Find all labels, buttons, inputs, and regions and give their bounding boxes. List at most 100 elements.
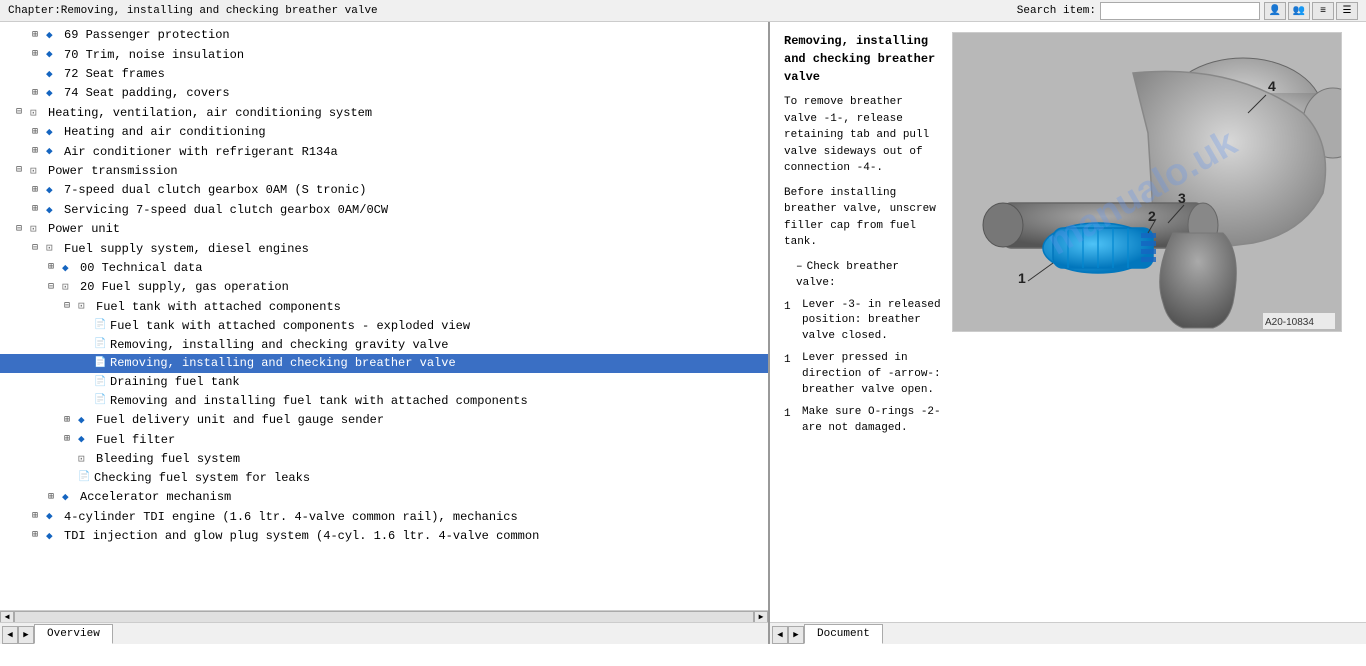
- intro-para-2: Before installing breather valve, unscre…: [784, 185, 942, 251]
- blue-diamond-icon: [62, 260, 78, 277]
- blue-diamond-icon: [46, 66, 62, 83]
- tree-label: Air conditioner with refrigerant R134a: [64, 144, 338, 161]
- tree-item-3[interactable]: 72 Seat frames: [0, 65, 768, 84]
- tree-item-26[interactable]: ⊞4-cylinder TDI engine (1.6 ltr. 4-valve…: [0, 507, 768, 526]
- tree-item-5[interactable]: ⊟ Heating, ventilation, air conditioning …: [0, 104, 768, 123]
- expand-icon[interactable]: ⊟: [16, 106, 30, 120]
- tree-label: Heating, ventilation, air conditioning s…: [48, 105, 372, 122]
- diagram-svg: 1 2 3 4: [953, 33, 1342, 332]
- expand-icon[interactable]: ⊞: [32, 510, 46, 524]
- tree-item-4[interactable]: ⊞74 Seat padding, covers: [0, 84, 768, 103]
- tree-label: Bleeding fuel system: [96, 451, 240, 468]
- main-layout: ⊞69 Passenger protection⊞70 Trim, noise …: [0, 22, 1366, 644]
- tree-item-27[interactable]: ⊞ TDI injection and glow plug system (4-c…: [0, 527, 768, 546]
- tree-label: Removing, installing and checking gravit…: [110, 337, 448, 354]
- scroll-track[interactable]: [14, 611, 754, 623]
- tree-item-8[interactable]: ⊟ Power transmission: [0, 162, 768, 181]
- check-heading: Check breather valve:: [784, 259, 942, 292]
- step-3: 1 Make sure O-rings -2- are not damaged.: [784, 405, 942, 437]
- expand-icon[interactable]: ⊞: [32, 184, 46, 198]
- blue-diamond-icon: [46, 508, 62, 525]
- expand-icon[interactable]: ⊟: [32, 242, 46, 256]
- expand-icon[interactable]: ⊞: [32, 48, 46, 62]
- tree-item-14[interactable]: ⊟ 20 Fuel supply, gas operation: [0, 278, 768, 297]
- tree-item-23[interactable]: Bleeding fuel system: [0, 450, 768, 469]
- tree-label: Power transmission: [48, 163, 178, 180]
- user2-icon-btn[interactable]: 👥: [1288, 2, 1310, 20]
- tree-item-10[interactable]: ⊞Servicing 7-speed dual clutch gearbox 0…: [0, 201, 768, 220]
- tree-item-24[interactable]: Checking fuel system for leaks: [0, 469, 768, 488]
- scroll-left-btn[interactable]: ◀: [0, 611, 14, 623]
- tree-item-17[interactable]: Removing, installing and checking gravit…: [0, 336, 768, 355]
- expand-icon[interactable]: ⊞: [32, 29, 46, 43]
- tab-overview[interactable]: Overview: [34, 624, 113, 644]
- expand-icon[interactable]: ⊞: [32, 145, 46, 159]
- tree-item-9[interactable]: ⊞ 7-speed dual clutch gearbox 0AM (S tron…: [0, 181, 768, 200]
- tree-item-20[interactable]: Removing and installing fuel tank with a…: [0, 392, 768, 411]
- blue-diamond-icon: [46, 85, 62, 102]
- tab-scroll-left[interactable]: ◀: [2, 626, 18, 644]
- tree-item-25[interactable]: ⊞ Accelerator mechanism: [0, 488, 768, 507]
- text-area: Removing, installing and checking breath…: [784, 32, 942, 612]
- menu-icon-btn[interactable]: ≡: [1312, 2, 1334, 20]
- tree-label: Fuel tank with attached components: [96, 299, 341, 316]
- horizontal-scrollbar[interactable]: ◀ ▶: [0, 610, 768, 622]
- tree-label: TDI injection and glow plug system (4-cy…: [64, 528, 539, 545]
- step-2: 1 Lever pressed in direction of -arrow-:…: [784, 351, 942, 399]
- expand-icon[interactable]: ⊞: [32, 126, 46, 140]
- tab-document[interactable]: Document: [804, 624, 883, 644]
- expand-icon[interactable]: ⊞: [64, 414, 78, 428]
- intro-para-1: To remove breather valve -1-, release re…: [784, 94, 942, 177]
- left-panel: ⊞69 Passenger protection⊞70 Trim, noise …: [0, 22, 770, 644]
- tree-item-2[interactable]: ⊞70 Trim, noise insulation: [0, 45, 768, 64]
- tree-label: 20 Fuel supply, gas operation: [80, 279, 289, 296]
- tree-label: Draining fuel tank: [110, 374, 240, 391]
- tree-item-22[interactable]: ⊞Fuel filter: [0, 430, 768, 449]
- step-1: 1 Lever -3- in released position: breath…: [784, 298, 942, 346]
- search-input[interactable]: [1100, 2, 1260, 20]
- right-tab-bar: ◀ ▶ Document: [770, 622, 1366, 644]
- image-area: 1 2 3 4: [952, 32, 1352, 612]
- expand-icon[interactable]: ⊟: [16, 223, 30, 237]
- folder-open-icon: [30, 163, 46, 180]
- tree-container[interactable]: ⊞69 Passenger protection⊞70 Trim, noise …: [0, 22, 768, 610]
- expand-icon[interactable]: ⊞: [32, 529, 46, 543]
- expand-icon[interactable]: ⊟: [64, 300, 78, 314]
- tree-item-11[interactable]: ⊟Power unit: [0, 220, 768, 239]
- svg-text:1: 1: [1018, 270, 1026, 286]
- tree-item-15[interactable]: ⊟ Fuel tank with attached components: [0, 297, 768, 316]
- expand-icon[interactable]: ⊞: [48, 491, 62, 505]
- doc-icon: [94, 394, 108, 408]
- tree-item-12[interactable]: ⊟ Fuel supply system, diesel engines: [0, 239, 768, 258]
- tree-item-21[interactable]: ⊞Fuel delivery unit and fuel gauge sende…: [0, 411, 768, 430]
- expand-icon[interactable]: ⊟: [48, 281, 62, 295]
- expand-icon[interactable]: ⊞: [48, 261, 62, 275]
- search-label: Search item:: [1017, 5, 1096, 17]
- doc-icon: [94, 376, 108, 390]
- blue-diamond-icon: [62, 489, 78, 506]
- expand-icon[interactable]: ⊟: [16, 164, 30, 178]
- tree-label: Accelerator mechanism: [80, 489, 231, 506]
- expand-icon[interactable]: ⊞: [64, 433, 78, 447]
- expand-icon[interactable]: ⊞: [32, 87, 46, 101]
- tree-label: 7-speed dual clutch gearbox 0AM (S troni…: [64, 182, 366, 199]
- tree-item-1[interactable]: ⊞69 Passenger protection: [0, 26, 768, 45]
- left-tab-bar: ◀ ▶ Overview: [0, 622, 768, 644]
- tree-item-19[interactable]: Draining fuel tank: [0, 373, 768, 392]
- tree-item-7[interactable]: ⊞ Air conditioner with refrigerant R134a: [0, 142, 768, 161]
- tree-label: Fuel supply system, diesel engines: [64, 241, 309, 258]
- tree-item-6[interactable]: ⊞Heating and air conditioning: [0, 123, 768, 142]
- tree-item-18[interactable]: Removing, installing and checking breath…: [0, 354, 768, 373]
- folder-open-icon: [78, 451, 94, 468]
- tab-scroll-right[interactable]: ▶: [18, 626, 34, 644]
- tree-item-16[interactable]: Fuel tank with attached components - exp…: [0, 317, 768, 336]
- user-icon-btn[interactable]: 👤: [1264, 2, 1286, 20]
- scroll-right-btn[interactable]: ▶: [754, 611, 768, 623]
- right-tab-scroll-left[interactable]: ◀: [772, 626, 788, 644]
- expand-icon[interactable]: ⊞: [32, 203, 46, 217]
- tree-item-13[interactable]: ⊞00 Technical data: [0, 259, 768, 278]
- document-content: Removing, installing and checking breath…: [770, 22, 1366, 622]
- list-icon-btn[interactable]: ☰: [1336, 2, 1358, 20]
- doc-icon: [78, 471, 92, 485]
- right-tab-scroll-right[interactable]: ▶: [788, 626, 804, 644]
